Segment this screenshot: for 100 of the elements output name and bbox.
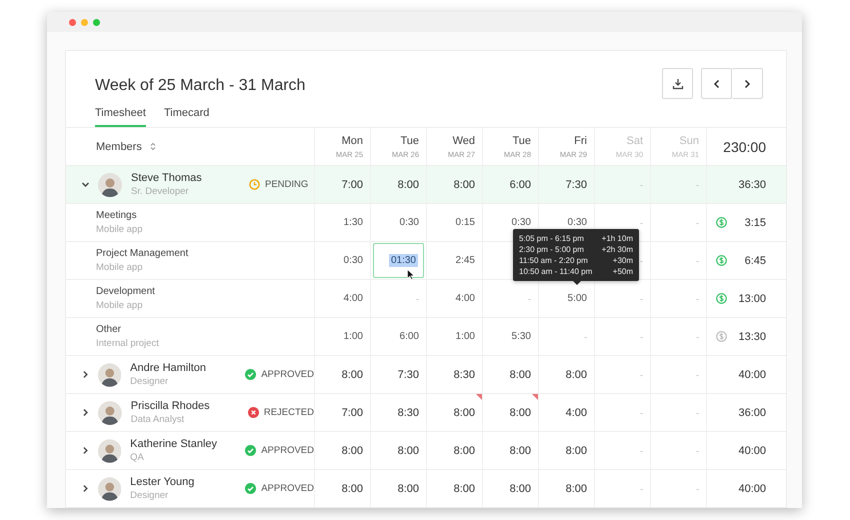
hours-value: - [696,180,699,190]
hours-value: - [640,408,643,418]
hours-value: 0:30 [512,217,531,228]
hours-value: 4:00 [456,293,475,304]
hours-value: 8:00 [398,444,419,456]
task-name: Project Management [96,248,188,259]
day-header: Tue [512,134,531,146]
hours-value: - [696,256,699,266]
hours-value: 7:30 [566,178,587,190]
grand-total: 230:00 [723,138,766,154]
hours-value: - [640,484,643,494]
hours-value: 8:00 [454,444,475,456]
member-role: Data Analyst [130,414,186,425]
hours-value: 1:30 [344,217,363,228]
hours-value: 8:00 [342,444,363,456]
task-total: 6:45 [744,254,766,266]
hours-value: 8:00 [510,444,531,456]
hours-value: - [696,446,699,456]
task-total: 13:30 [738,330,766,342]
member-name: Lester Young [130,476,196,488]
hours-value: - [584,332,587,342]
hours-value: 8:00 [342,368,363,380]
hours-value: 2:45 [456,255,475,266]
task-name: Development [96,286,155,297]
chevron-right-icon [742,78,752,88]
hours-value: - [640,180,643,190]
hours-value: 5:30 [512,331,531,342]
hours-value: 5:00 [568,293,587,304]
member-name: Steve Thomas [131,172,203,184]
hours-value: - [696,218,699,228]
avatar-icon [98,400,122,424]
day-header: Wed [452,134,475,146]
member-name: Katherine Stanley [130,438,218,450]
download-button[interactable] [662,68,693,99]
hours-value: 8:00 [510,406,531,418]
chevron-left-icon [712,78,722,88]
day-header: Mon [342,134,363,146]
hours-value: 6:00 [510,178,531,190]
close-icon[interactable] [69,18,76,26]
status-label: APPROVED [261,445,314,456]
member-total: 40:00 [738,368,766,380]
time-delta: +1h 10m [602,234,633,243]
chevron-right-icon[interactable] [81,408,90,417]
member-role: QA [130,452,145,463]
hours-value: 7:30 [398,368,419,380]
download-icon [672,78,684,90]
hours-value: 8:00 [454,178,475,190]
chevron-down-icon[interactable] [81,180,90,189]
chevron-right-icon[interactable] [81,446,90,455]
sort-icon[interactable] [150,142,156,151]
avatar-icon [98,362,122,386]
tab[interactable]: Timesheet [95,105,146,127]
chevron-right-icon[interactable] [81,484,90,493]
hours-value: 8:30 [454,368,475,380]
task-total: 3:15 [744,216,766,228]
status-label: PENDING [265,179,308,190]
time-delta: +2h 30m [602,245,633,254]
hours-value: - [696,484,699,494]
hours-value: - [528,294,531,304]
task-project: Mobile app [96,300,142,311]
avatar-icon [98,172,122,196]
hours-value: 8:30 [398,406,419,418]
tab[interactable]: Timecard [164,105,210,127]
member-role: Sr. Developer [131,186,190,197]
member-total: 36:00 [738,406,766,418]
hours-value: 8:00 [398,482,419,494]
member-total: 40:00 [738,444,766,456]
hours-value: - [696,370,699,380]
member-total: 36:30 [738,178,766,190]
day-header: Fri [574,134,587,146]
hours-value: 4:00 [344,293,363,304]
time-range: 11:50 am - 2:20 pm [519,256,588,265]
time-range: 10:50 am - 11:40 pm [519,267,592,276]
avatar-icon [98,476,122,500]
time-input[interactable]: 01:30 [373,243,424,278]
hours-value: - [696,294,699,304]
day-header: Tue [400,134,419,146]
time-range: 2:30 pm - 5:00 pm [519,245,584,254]
member-name: Andre Hamilton [130,362,207,374]
hours-value: - [640,446,643,456]
day-header: Sat [626,134,643,146]
hours-value: 6:00 [400,331,419,342]
member-role: Designer [130,376,170,387]
members-column-header[interactable]: Members [96,140,142,152]
task-name: Meetings [96,210,137,221]
hours-value: 8:00 [454,482,475,494]
hours-value: - [640,294,643,304]
chevron-right-icon[interactable] [81,370,90,379]
hours-value: 4:00 [566,406,587,418]
hours-value: 8:00 [566,482,587,494]
task-project: Internal project [96,338,159,349]
time-range: 5:05 pm - 6:15 pm [519,234,584,243]
status-label: REJECTED [264,407,314,418]
hours-value: 1:00 [456,331,475,342]
time-delta: +30m [612,256,633,265]
avatar-icon [98,438,122,462]
member-total: 40:00 [738,482,766,494]
hours-value: - [640,370,643,380]
hours-value: 1:00 [344,331,363,342]
hours-value: 7:00 [342,406,363,418]
